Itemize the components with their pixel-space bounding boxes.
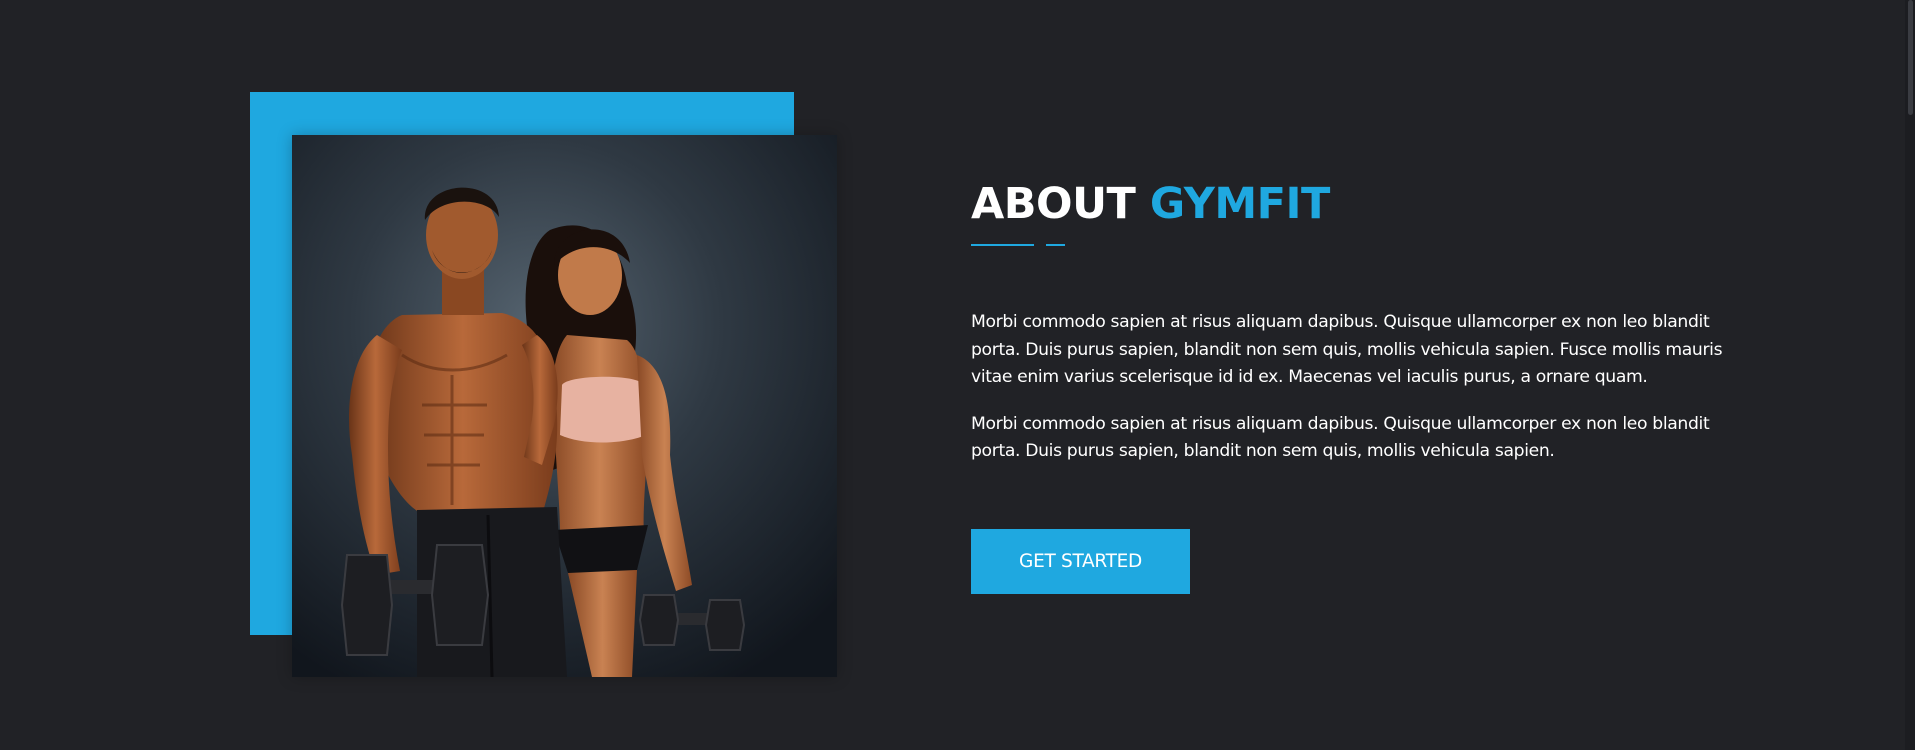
about-section: ABOUT GYMFIT Morbi commodo sapien at ris… bbox=[0, 0, 1915, 750]
section-title: ABOUT GYMFIT bbox=[971, 170, 1761, 238]
title-underline-divider bbox=[971, 244, 1071, 246]
fitness-couple-photo bbox=[292, 135, 837, 677]
page-scrollbar[interactable] bbox=[1905, 0, 1915, 750]
divider-long-segment bbox=[971, 244, 1034, 246]
about-content: ABOUT GYMFIT Morbi commodo sapien at ris… bbox=[971, 170, 1761, 594]
scrollbar-thumb[interactable] bbox=[1908, 0, 1913, 115]
about-paragraph-1: Morbi commodo sapien at risus aliquam da… bbox=[971, 312, 1723, 387]
divider-short-segment bbox=[1046, 244, 1065, 246]
title-accent: GYMFIT bbox=[1149, 179, 1330, 229]
about-paragraph-2: Morbi commodo sapien at risus aliquam da… bbox=[971, 413, 1710, 462]
title-main: ABOUT bbox=[971, 179, 1136, 229]
get-started-button[interactable]: GET STARTED bbox=[971, 528, 1190, 594]
